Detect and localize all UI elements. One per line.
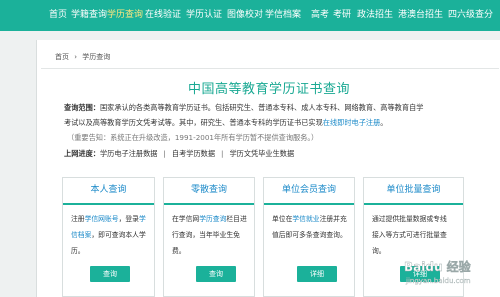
- card-single-query: 零散查询 在学信网学历查询栏目进行查询，当年毕业生免费。 查询: [163, 177, 255, 297]
- nav-item-degree-cert[interactable]: 学历认证: [186, 10, 222, 21]
- nav-item-xuexin-archive[interactable]: 学信档案: [265, 10, 301, 21]
- watermark-subtext: jingyan.baidu.com: [405, 277, 471, 285]
- instant-registration-link[interactable]: 在线即时电子注册: [323, 118, 381, 127]
- page-title: 中国高等教育学历证书查询: [187, 82, 350, 97]
- notice-text: （重要告知：系统正在升级改造，1991-2001年所有学历暂不提供查询服务。）: [67, 133, 319, 142]
- progress-separator: |: [163, 149, 166, 158]
- breadcrumb-current: 学历查询: [82, 53, 111, 61]
- scope-text-2: 考试以及高等教育学历文凭考试等。其中，研究生、普通本专科的学历证书已实现: [64, 118, 323, 127]
- nav-item-image-check[interactable]: 图像校对: [227, 10, 263, 21]
- progress-item-2: 自考学历数据: [171, 149, 216, 158]
- card-self-query: 本人查询 注册学信网账号，登录学信档案，即可查询本人学历。 查询: [62, 177, 155, 297]
- nav-item-student-status[interactable]: 学籍查询: [71, 10, 107, 21]
- card-title: 单位会员查询: [264, 178, 354, 205]
- progress-label: 上网进度：: [64, 149, 100, 158]
- top-nav: 首页 学籍查询 学历查询 在线验证 学历认证 图像校对 学信档案 高考 考研 政…: [0, 0, 500, 31]
- progress-separator: |: [221, 149, 224, 158]
- card-body: 在学信网学历查询栏目进行查询，当年毕业生免费。: [172, 215, 247, 255]
- nav-item-kaoyan[interactable]: 考研: [333, 10, 351, 21]
- card-body: 单位在学信就业注册并充值后即可多条查询查询。: [272, 215, 347, 239]
- breadcrumb-arrow: ›: [74, 53, 78, 61]
- card-unit-member-query: 单位会员查询 单位在学信就业注册并充值后即可多条查询查询。 详细: [263, 177, 355, 297]
- card-title: 单位批量查询: [364, 178, 463, 205]
- progress-item-1: 学历电子注册数据: [99, 149, 158, 158]
- card-title: 本人查询: [63, 178, 154, 205]
- scope-text-1: 国家承认的各类高等教育学历证书。包括研究生、普通本专科、成人本专科、网络教育、高…: [99, 103, 424, 112]
- single-query-button[interactable]: 查询: [196, 266, 236, 282]
- breadcrumb: 首页 › 学历查询: [55, 52, 110, 62]
- unit-member-detail-button[interactable]: 详细: [297, 266, 337, 282]
- xuexin-jobs-link[interactable]: 学信就业: [292, 215, 319, 223]
- card-title: 零散查询: [164, 178, 254, 205]
- nav-item-law-admission[interactable]: 政法招生: [357, 10, 393, 21]
- card-body: 通过提供批量数据或专线接入等方式可进行批量查询。: [372, 215, 447, 255]
- self-query-button[interactable]: 查询: [90, 266, 130, 282]
- progress-line: 上网进度：学历电子注册数据 | 自考学历数据 | 学历文凭毕业生数据: [64, 146, 294, 161]
- watermark-text: Baidu 经验: [404, 259, 472, 274]
- nav-item-cet-score[interactable]: 四六级查分: [448, 10, 493, 21]
- progress-item-3: 学历文凭毕业生数据: [229, 149, 295, 158]
- nav-item-gaokao[interactable]: 高考: [311, 10, 329, 21]
- breadcrumb-home[interactable]: 首页: [55, 53, 69, 61]
- nav-item-degree-query[interactable]: 学历查询: [107, 10, 143, 21]
- divider: [41, 68, 499, 69]
- baidu-jingyan-watermark: Baidu 经验 jingyan.baidu.com: [404, 259, 472, 285]
- scope-line-2: 考试以及高等教育学历文凭考试等。其中，研究生、普通本专科的学历证书已实现在线即时…: [64, 115, 387, 130]
- scope-label: 查询范围：: [64, 103, 100, 112]
- xuexin-account-link[interactable]: 学信网账号: [85, 215, 119, 223]
- scope-text-2-end: 。: [380, 118, 388, 127]
- nav-item-home[interactable]: 首页: [49, 10, 67, 21]
- scope-line-1: 查询范围：国家承认的各类高等教育学历证书。包括研究生、普通本专科、成人本专科、网…: [64, 100, 423, 115]
- nav-item-online-verify[interactable]: 在线验证: [145, 10, 181, 21]
- nav-item-hmt-admission[interactable]: 港澳台招生: [398, 10, 443, 21]
- card-body: 注册学信网账号，登录学信档案，即可查询本人学历。: [71, 215, 146, 255]
- degree-query-link[interactable]: 学历查询: [199, 215, 226, 223]
